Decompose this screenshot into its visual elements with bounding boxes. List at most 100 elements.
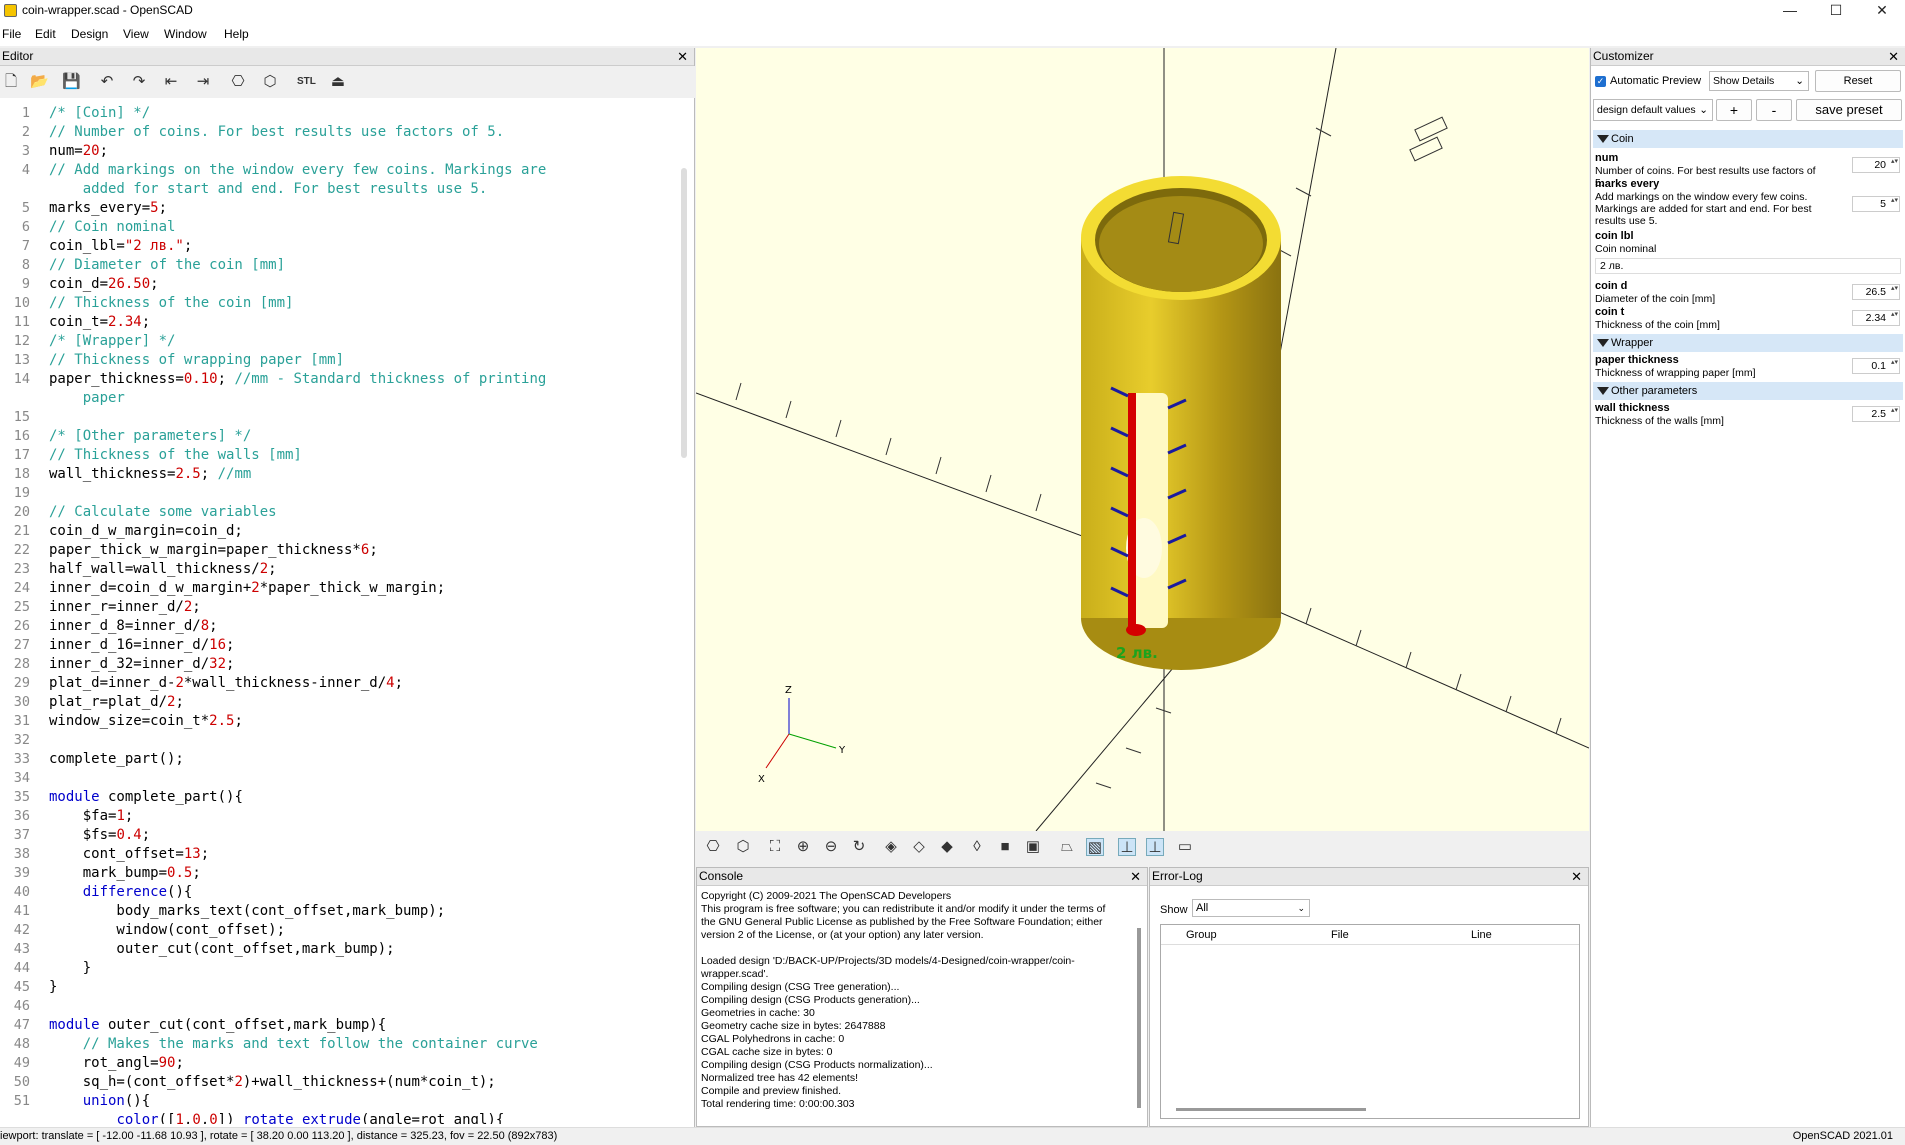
minimize-button[interactable]: — (1767, 0, 1813, 22)
show-filter-select[interactable]: All ⌄ (1192, 899, 1310, 917)
param-paper-desc: Thickness of wrapping paper [mm] (1595, 367, 1756, 379)
group-coin[interactable]: Coin (1593, 130, 1903, 148)
save-file-icon[interactable]: 💾 (62, 73, 81, 91)
error-log-panel: Error-Log ✕ Show All ⌄ Group File Line (1149, 867, 1589, 1127)
close-editor-icon[interactable]: ✕ (677, 48, 688, 65)
perspective-icon[interactable]: ⏢ (1058, 838, 1076, 856)
close-button[interactable]: ✕ (1859, 0, 1905, 22)
param-wall-desc: Thickness of the walls [mm] (1595, 415, 1724, 427)
param-coint-spinbox[interactable]: 2.34 (1852, 310, 1900, 326)
close-customizer-icon[interactable]: ✕ (1888, 48, 1899, 65)
group-other-parameters[interactable]: Other parameters (1593, 382, 1903, 400)
menu-view[interactable]: View (123, 27, 149, 41)
menu-window[interactable]: Window (164, 27, 207, 41)
param-lbl-desc: Coin nominal (1595, 243, 1657, 255)
orthogonal-icon[interactable]: ▧ (1086, 838, 1104, 856)
param-num-name: num (1595, 152, 1619, 164)
error-log-header: Error-Log ✕ (1150, 868, 1588, 886)
param-marks-spinbox[interactable]: 5 (1852, 196, 1900, 212)
close-error-log-icon[interactable]: ✕ (1571, 868, 1582, 885)
line-number-gutter: 1 2 3 4 5 6 7 8 9 10 11 12 13 14 15 16 1… (0, 104, 48, 1124)
customizer-panel: Customizer ✕ ✓ Automatic Preview Show De… (1590, 48, 1905, 1127)
param-wall-name: wall thickness (1595, 402, 1670, 414)
preview-icon[interactable]: ⎔ (229, 73, 247, 91)
undo-icon[interactable]: ↶ (98, 73, 116, 91)
param-coint-name: coin t (1595, 306, 1625, 318)
render-icon[interactable]: ⬡ (734, 838, 752, 856)
menu-file[interactable]: File (2, 27, 21, 41)
unindent-icon[interactable]: ⇤ (162, 73, 180, 91)
view-right-icon[interactable]: ◈ (882, 838, 900, 856)
param-coind-desc: Diameter of the coin [mm] (1595, 293, 1716, 305)
error-log-table: Group File Line (1160, 924, 1580, 1119)
show-edges-icon[interactable]: ▭ (1176, 838, 1194, 856)
export-stl-icon[interactable]: STL (297, 73, 316, 91)
column-line[interactable]: Line (1471, 929, 1492, 941)
close-console-icon[interactable]: ✕ (1130, 868, 1141, 885)
param-marks-desc: Add markings on the window every few coi… (1595, 191, 1812, 227)
error-log-title: Error-Log (1152, 869, 1203, 883)
param-lbl-input[interactable]: 2 лв. (1595, 258, 1901, 274)
chevron-down-icon: ⌄ (1297, 903, 1305, 913)
param-paper-spinbox[interactable]: 0.1 (1852, 358, 1900, 374)
view-top-icon[interactable]: ◇ (910, 838, 928, 856)
menu-design[interactable]: Design (71, 27, 108, 41)
svg-text:X: X (758, 774, 765, 785)
customizer-header: Customizer ✕ (1591, 48, 1905, 66)
preset-select[interactable]: design default values ⌄ (1593, 99, 1713, 121)
chevron-down-icon: ⌄ (1795, 75, 1804, 87)
zoom-out-icon[interactable]: ⊖ (822, 838, 840, 856)
chevron-down-icon: ⌄ (1699, 104, 1708, 116)
show-scale-markers-icon[interactable]: ⊥ (1146, 838, 1164, 856)
column-group[interactable]: Group (1186, 929, 1217, 941)
show-axes-icon[interactable]: ⊥ (1118, 838, 1136, 856)
reset-view-icon[interactable]: ↻ (850, 838, 868, 856)
console-title: Console (699, 869, 744, 883)
editor-scrollbar[interactable] (681, 168, 687, 458)
view-bottom-icon[interactable]: ◆ (938, 838, 956, 856)
param-coind-spinbox[interactable]: 26.5 (1852, 284, 1900, 300)
show-label: Show (1160, 904, 1188, 916)
indent-icon[interactable]: ⇥ (194, 73, 212, 91)
view-front-icon[interactable]: ■ (996, 838, 1014, 856)
customizer-title: Customizer (1593, 49, 1654, 63)
param-wall-spinbox[interactable]: 2.5 (1852, 406, 1900, 422)
editor-title: Editor (2, 49, 34, 63)
save-preset-button[interactable]: save preset (1796, 99, 1902, 121)
column-file[interactable]: File (1331, 929, 1349, 941)
redo-icon[interactable]: ↷ (130, 73, 148, 91)
open-file-icon[interactable]: 📂 (30, 73, 49, 91)
viewport-canvas: 2 лв. Z Y X (696, 48, 1589, 831)
menu-edit[interactable]: Edit (35, 27, 56, 41)
preview-icon[interactable]: ⎔ (704, 838, 722, 856)
view-left-icon[interactable]: ◊ (968, 838, 986, 856)
new-file-icon[interactable]: 🗋 (2, 73, 20, 91)
automatic-preview-label: Automatic Preview (1610, 75, 1702, 87)
remove-preset-button[interactable]: - (1756, 99, 1792, 121)
version-label: OpenSCAD 2021.01 (1792, 1130, 1893, 1142)
error-log-columns: Group File Line (1161, 925, 1579, 945)
coin-wrapper-model: 2 лв. (1081, 176, 1281, 670)
error-log-hscrollbar[interactable] (1176, 1108, 1366, 1111)
menu-help[interactable]: Help (224, 27, 249, 41)
param-coind-name: coin d (1595, 280, 1628, 292)
render-icon[interactable]: ⬡ (261, 73, 279, 91)
code-editor[interactable]: /* [Coin] */// Number of coins. For best… (49, 104, 679, 1124)
3d-viewport[interactable]: 2 лв. Z Y X (696, 48, 1589, 831)
param-num-spinbox[interactable]: 20 (1852, 157, 1900, 173)
group-wrapper[interactable]: Wrapper (1593, 334, 1903, 352)
send-to-print-icon[interactable]: ⏏ (329, 73, 347, 91)
menu-bar: File Edit Design View Window Help (0, 22, 1905, 46)
view-all-icon[interactable]: ⛶ (766, 838, 784, 856)
zoom-in-icon[interactable]: ⊕ (794, 838, 812, 856)
console-scrollbar[interactable] (1137, 928, 1141, 1108)
automatic-preview-checkbox[interactable]: ✓ (1595, 76, 1606, 87)
openscad-app-icon (4, 4, 17, 17)
maximize-button[interactable]: ☐ (1813, 0, 1859, 22)
reset-button[interactable]: Reset (1815, 70, 1901, 92)
details-select[interactable]: Show Details ⌄ (1709, 71, 1809, 91)
view-back-icon[interactable]: ▣ (1024, 838, 1042, 856)
viewport-status: iewport: translate = [ -12.00 -11.68 10.… (0, 1130, 558, 1142)
add-preset-button[interactable]: + (1716, 99, 1752, 121)
editor-toolbar: 🗋 📂 💾 ↶ ↷ ⇤ ⇥ ⎔ ⬡ STL ⏏ (0, 66, 695, 98)
